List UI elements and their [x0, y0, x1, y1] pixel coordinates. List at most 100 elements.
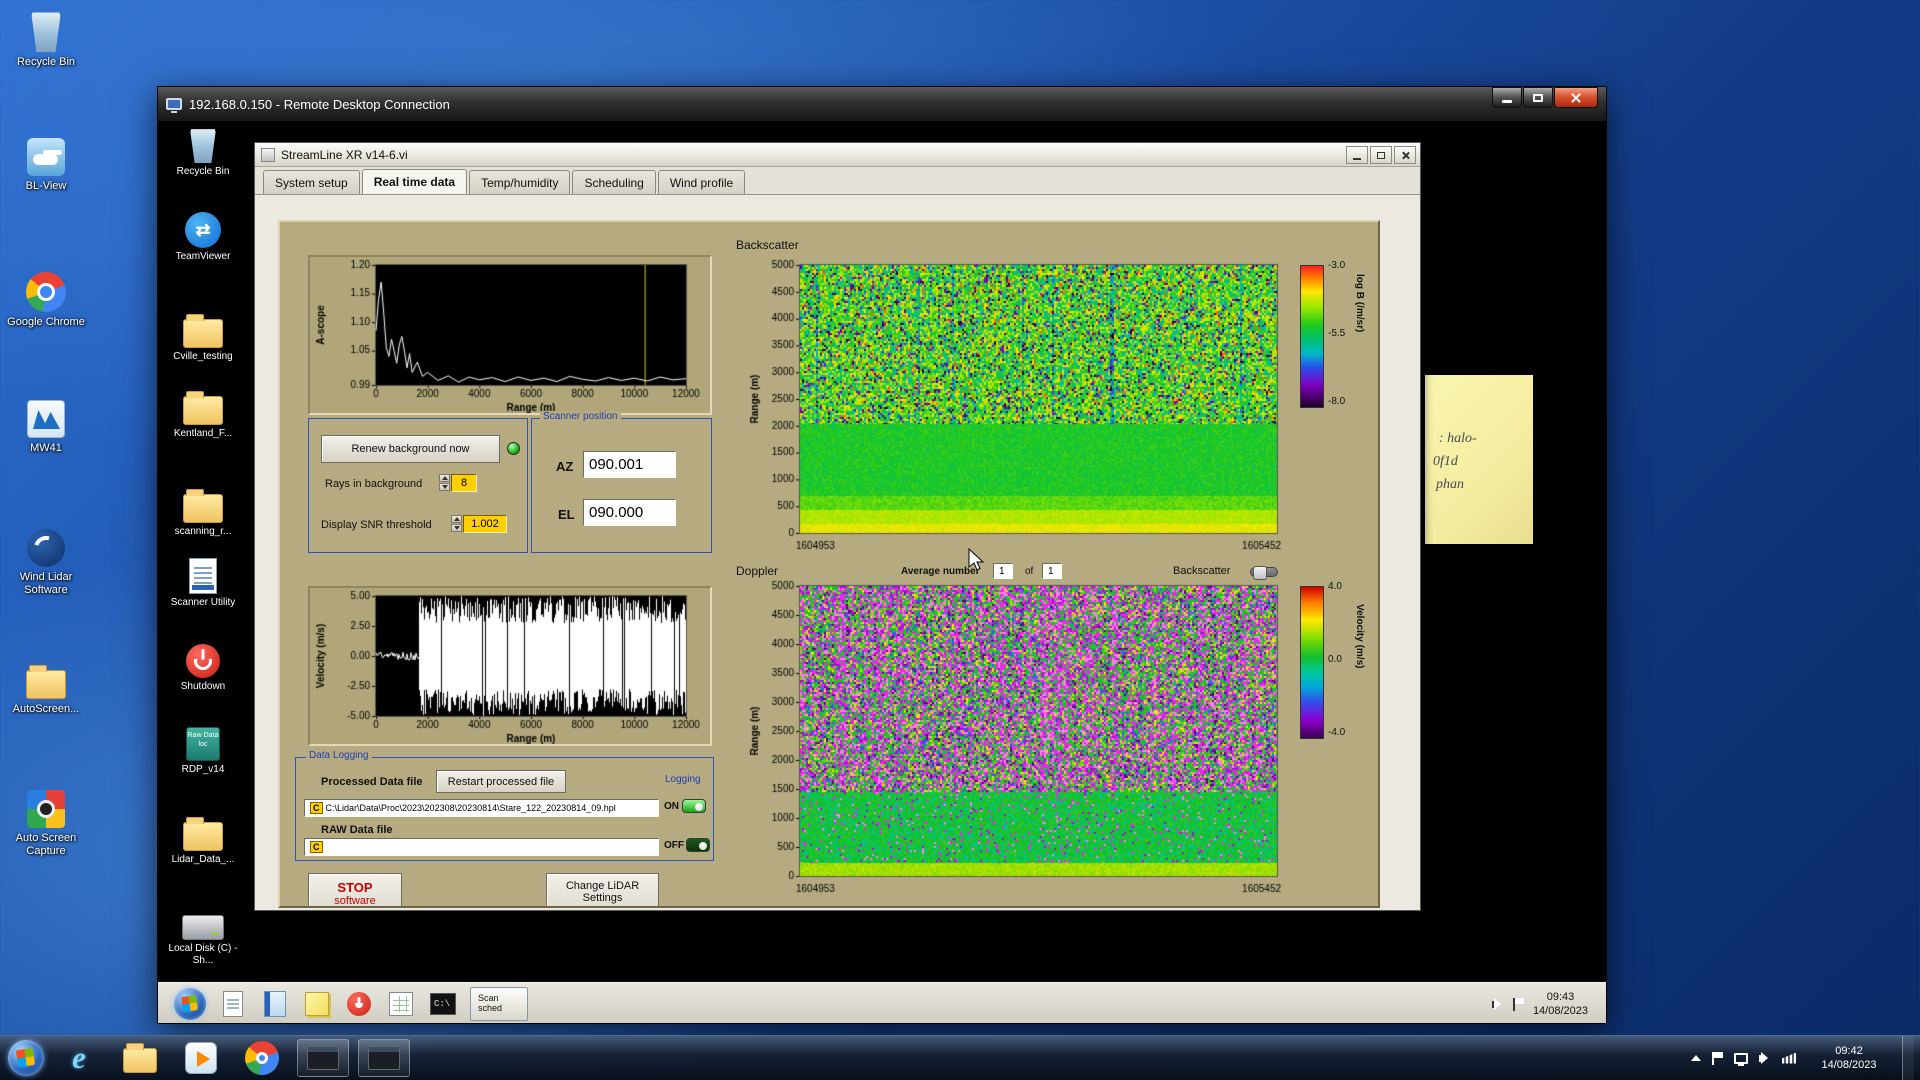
cmd-icon[interactable]: C:\	[428, 989, 458, 1019]
taskbar-remote-session-1[interactable]	[297, 1039, 349, 1077]
scan-sched-window-button[interactable]: Scan sched	[470, 987, 528, 1021]
rdp-icon-teamviewer[interactable]: ⇄ TeamViewer	[158, 212, 248, 263]
desktop-icon-autoscreen[interactable]: AutoScreen...	[0, 661, 92, 716]
rdp-titlebar[interactable]: 192.168.0.150 - Remote Desktop Connectio…	[158, 87, 1606, 121]
rdp-icon-cville-testing[interactable]: Cville_testing	[158, 310, 248, 363]
action-center-icon[interactable]	[1712, 1051, 1723, 1065]
maximize-button[interactable]	[1523, 87, 1553, 108]
taskbar-chrome[interactable]	[236, 1039, 288, 1077]
host-clock-date: 14/08/2023	[1821, 1059, 1877, 1071]
desktop-icon-bl-view[interactable]: BL-View	[0, 138, 92, 193]
app-minimize-button[interactable]	[1346, 146, 1368, 164]
journal-icon[interactable]	[260, 989, 290, 1019]
volume-icon[interactable]	[1491, 997, 1501, 1010]
rdp-icon-kentland[interactable]: Kentland_F...	[158, 387, 248, 440]
rdp-clock[interactable]: 09:43 14/08/2023	[1533, 990, 1588, 1018]
close-button[interactable]	[1554, 87, 1598, 108]
backscatter-section-label: Backscatter	[736, 238, 799, 252]
desktop-icon-google-chrome[interactable]: Google Chrome	[0, 272, 92, 329]
sticky-note[interactable]: : halo- 0f1d phan	[1425, 375, 1533, 544]
rdp-start-button[interactable]	[174, 988, 206, 1020]
stop-software-button[interactable]: STOP software	[308, 873, 402, 906]
renew-background-button[interactable]: Renew background now	[321, 435, 500, 463]
volume-icon[interactable]	[1759, 1051, 1768, 1064]
doppler-heatmap[interactable]	[744, 576, 1289, 898]
action-center-icon[interactable]	[1512, 997, 1524, 1011]
remote-desktop-icon	[166, 98, 182, 113]
data-logging-label: Data Logging	[306, 750, 372, 761]
recycle-bin-icon	[31, 12, 61, 52]
taskbar-remote-session-2[interactable]	[358, 1039, 410, 1077]
display-icon[interactable]	[1734, 1052, 1748, 1066]
app-maximize-button[interactable]	[1370, 146, 1392, 164]
rays-spinner[interactable]	[439, 474, 450, 491]
streamline-window: StreamLine XR v14-6.vi System setup Real…	[254, 142, 1421, 911]
show-desktop-button[interactable]	[1902, 1035, 1914, 1080]
colorbar-tick: -3.0	[1328, 260, 1346, 271]
icon-label: Lidar_Data_...	[171, 854, 235, 865]
rays-in-background-field[interactable]: 8	[451, 474, 477, 492]
sticky-note-line: : halo-	[1439, 431, 1477, 446]
a-scope-graph[interactable]	[310, 257, 710, 413]
desktop-icon-auto-screen-capture[interactable]: Auto Screen Capture	[0, 790, 92, 858]
app-close-button[interactable]	[1394, 146, 1416, 164]
recycle-bin-icon	[190, 129, 216, 163]
real-time-data-panel: Renew background now Rays in background …	[278, 220, 1380, 908]
app-titlebar[interactable]: StreamLine XR v14-6.vi	[255, 143, 1420, 167]
host-clock-time: 09:42	[1835, 1045, 1863, 1057]
teamviewer-icon: ⇄	[185, 212, 221, 248]
raw-logging-toggle[interactable]: OFF	[664, 838, 710, 852]
raw-data-icon: Raw Data loc	[186, 727, 220, 761]
vi-icon	[261, 147, 275, 162]
notepad-icon[interactable]	[218, 989, 248, 1019]
folder-icon	[183, 489, 223, 523]
rdp-icon-local-disk[interactable]: Local Disk (C) - Sh...	[158, 907, 248, 967]
colorbar-tick: 0.0	[1328, 654, 1342, 665]
data-logging-box: Data Logging Processed Data file Restart…	[295, 750, 714, 861]
rdp-icon-scanner-utility[interactable]: Scanner Utility	[158, 558, 248, 609]
show-hidden-icons-chevron[interactable]	[1691, 1055, 1701, 1061]
tab-scheduling[interactable]: Scheduling	[572, 170, 656, 194]
snr-spinner[interactable]	[451, 515, 462, 532]
restart-processed-file-button[interactable]: Restart processed file	[436, 770, 566, 793]
desktop-icon-wind-lidar[interactable]: Wind Lidar Software	[0, 529, 92, 597]
mouse-cursor	[968, 548, 985, 571]
taskbar-ie[interactable]: e	[53, 1039, 105, 1077]
icon-label: Recycle Bin	[176, 166, 230, 177]
el-field[interactable]: 090.000	[583, 499, 676, 526]
desktop-icon-recycle-bin[interactable]: Recycle Bin	[0, 10, 92, 69]
rdp-icon-shutdown[interactable]: Shutdown	[158, 644, 248, 693]
velocity-graph[interactable]	[310, 588, 710, 744]
colorbar-tick: 4.0	[1328, 581, 1342, 592]
host-clock[interactable]: 09:42 14/08/2023	[1807, 1044, 1891, 1072]
raw-path-field[interactable]: C	[304, 838, 659, 856]
rdp-icon-lidar-data[interactable]: Lidar_Data_...	[158, 813, 248, 866]
taskbar-media-player[interactable]	[175, 1039, 227, 1077]
processed-logging-toggle[interactable]: ON	[664, 799, 706, 813]
tab-wind-profile[interactable]: Wind profile	[657, 170, 746, 194]
rdp-icon-scanning[interactable]: scanning_r...	[158, 485, 248, 538]
spreadsheet-icon[interactable]	[386, 989, 416, 1019]
tab-temp-humidity[interactable]: Temp/humidity	[469, 170, 571, 194]
backscatter-heatmap[interactable]	[744, 255, 1289, 555]
desktop-icon-mw41[interactable]: MW41	[0, 400, 92, 455]
rdp-icon-recycle-bin[interactable]: Recycle Bin	[158, 127, 248, 178]
snr-threshold-field[interactable]: 1.002	[463, 515, 507, 533]
doppler-colorbar	[1300, 586, 1324, 739]
az-field[interactable]: 090.001	[583, 451, 676, 478]
network-icon[interactable]	[1782, 1052, 1796, 1064]
rdp-clock-date: 14/08/2023	[1532, 1005, 1588, 1017]
icon-label: Google Chrome	[7, 316, 85, 328]
change-lidar-settings-button[interactable]: Change LiDAR Settings	[546, 873, 659, 906]
tab-system-setup[interactable]: System setup	[263, 170, 360, 194]
sticky-notes-icon[interactable]	[302, 989, 332, 1019]
start-button[interactable]	[8, 1040, 44, 1076]
taskbar-explorer[interactable]	[114, 1039, 166, 1077]
power-shortcut-icon[interactable]	[344, 989, 374, 1019]
minimize-button[interactable]	[1492, 87, 1522, 108]
wind-lidar-icon	[27, 529, 65, 567]
tab-real-time-data[interactable]: Real time data	[361, 169, 468, 194]
rdp-icon-rdp-v14[interactable]: Raw Data loc RDP_v14	[158, 727, 248, 776]
icon-label: AutoScreen...	[12, 703, 80, 715]
processed-path-field[interactable]: C C:\Lidar\Data\Proc\2023\202308\2023081…	[304, 799, 659, 817]
